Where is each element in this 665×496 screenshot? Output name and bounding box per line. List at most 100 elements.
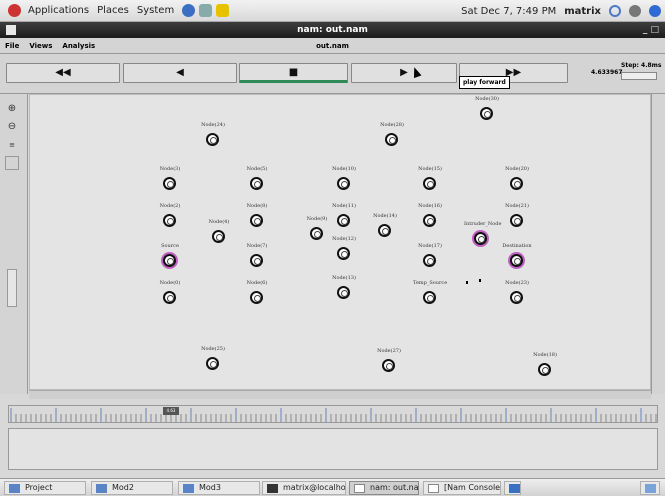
rewind-button[interactable]: ◀ bbox=[123, 63, 237, 83]
network-node[interactable]: Node(3) bbox=[160, 166, 180, 191]
node-circle bbox=[378, 224, 391, 237]
menu-places[interactable]: Places bbox=[93, 5, 133, 16]
window-icon bbox=[428, 484, 439, 493]
task-project[interactable]: Project bbox=[4, 481, 86, 495]
network-node[interactable]: Node(6) bbox=[247, 280, 267, 305]
user-name[interactable]: matrix bbox=[564, 6, 601, 17]
network-node[interactable]: Node(12) bbox=[332, 236, 356, 261]
fedora-logo-icon[interactable] bbox=[8, 4, 21, 17]
edit-tool-icon[interactable]: ≡ bbox=[5, 138, 19, 152]
annotation-panel[interactable] bbox=[8, 428, 658, 470]
network-node[interactable]: Intruder_Node bbox=[464, 221, 501, 246]
window-menu-icon[interactable] bbox=[6, 25, 16, 35]
network-node[interactable]: Node(14) bbox=[373, 213, 397, 238]
network-node[interactable]: Source bbox=[161, 243, 179, 268]
select-tool-icon[interactable] bbox=[5, 156, 19, 170]
zoom-in-icon[interactable]: ⊕ bbox=[5, 102, 19, 116]
node-label: Node(9) bbox=[306, 216, 328, 222]
node-label: Node(21) bbox=[505, 203, 529, 209]
network-node[interactable]: Node(28) bbox=[380, 122, 404, 147]
network-node[interactable]: Node(23) bbox=[505, 280, 529, 305]
network-node[interactable]: Node(11) bbox=[332, 203, 356, 228]
network-node[interactable]: Node(0) bbox=[160, 280, 180, 305]
network-node[interactable]: Node(10) bbox=[332, 166, 356, 191]
zoom-slider[interactable] bbox=[7, 269, 17, 307]
network-icon[interactable] bbox=[609, 5, 621, 17]
network-node[interactable]: Node(8) bbox=[247, 203, 267, 228]
playback-controls: ◀◀ ◀ ■ ▶ ▶▶ play forward 4.633967 Step: … bbox=[0, 54, 665, 94]
node-label: Node(5) bbox=[246, 166, 268, 172]
task-nam-console[interactable]: [Nam Console v1... bbox=[423, 481, 501, 495]
node-label: Source bbox=[161, 243, 179, 249]
play-forward-tooltip: play forward bbox=[459, 76, 510, 89]
task-mod2[interactable]: Mod2 bbox=[91, 481, 173, 495]
network-node[interactable]: Node(24) bbox=[201, 122, 225, 147]
menu-applications[interactable]: Applications bbox=[24, 5, 93, 16]
node-circle bbox=[423, 254, 436, 267]
time-slider-thumb[interactable]: 4.63 bbox=[163, 407, 179, 415]
notes-launcher-icon[interactable] bbox=[216, 4, 230, 17]
window-titlebar: nam: out.nam _ □ bbox=[0, 22, 665, 38]
power-icon[interactable] bbox=[649, 5, 661, 17]
show-desktop-button[interactable] bbox=[640, 481, 660, 495]
network-node[interactable]: Node(2) bbox=[160, 203, 180, 228]
menu-analysis[interactable]: Analysis bbox=[57, 42, 100, 50]
fast-rewind-button[interactable]: ◀◀ bbox=[6, 63, 120, 83]
node-circle bbox=[474, 232, 487, 245]
network-canvas[interactable]: Node(24) Node(28) Node(30) Node(3) Node(5) No… bbox=[29, 94, 651, 390]
network-node[interactable]: Node(21) bbox=[505, 203, 529, 228]
network-node[interactable]: Node(17) bbox=[418, 243, 442, 268]
task-nam[interactable]: nam: out.nam bbox=[349, 481, 419, 495]
network-node[interactable]: Node(30) bbox=[475, 96, 499, 121]
task-extra[interactable] bbox=[504, 481, 521, 495]
play-forward-button[interactable]: ▶ bbox=[351, 63, 457, 83]
menu-system[interactable]: System bbox=[133, 5, 178, 16]
node-circle bbox=[206, 133, 219, 146]
mail-launcher-icon[interactable] bbox=[199, 4, 213, 17]
network-node[interactable]: Node(27) bbox=[377, 348, 401, 373]
network-node[interactable]: Node(16) bbox=[418, 203, 442, 228]
node-circle bbox=[250, 254, 263, 267]
node-circle bbox=[163, 254, 176, 267]
network-node[interactable]: Node(20) bbox=[505, 166, 529, 191]
node-circle bbox=[163, 214, 176, 227]
clock[interactable]: Sat Dec 7, 7:49 PM bbox=[461, 6, 556, 17]
network-node[interactable]: Node(5) bbox=[247, 166, 267, 191]
task-mod3[interactable]: Mod3 bbox=[178, 481, 260, 495]
network-node[interactable]: Node(9) bbox=[307, 216, 327, 241]
network-node[interactable]: Node(7) bbox=[247, 243, 267, 268]
volume-icon[interactable] bbox=[629, 5, 641, 17]
node-label: Node(20) bbox=[505, 166, 529, 172]
window-buttons[interactable]: _ □ bbox=[643, 22, 659, 38]
network-node[interactable]: Node(15) bbox=[418, 166, 442, 191]
node-label: Node(11) bbox=[332, 203, 356, 209]
folder-icon bbox=[183, 484, 194, 493]
task-label: Project bbox=[25, 483, 53, 492]
network-node[interactable]: Destination bbox=[502, 243, 532, 268]
network-node[interactable]: Node(18) bbox=[533, 352, 557, 377]
node-circle bbox=[423, 177, 436, 190]
time-slider[interactable] bbox=[8, 405, 658, 423]
network-node[interactable]: Node(13) bbox=[332, 275, 356, 300]
menu-file[interactable]: File bbox=[0, 42, 24, 50]
horizontal-scrollbar[interactable] bbox=[29, 390, 651, 399]
step-slider[interactable] bbox=[621, 72, 657, 80]
firefox-launcher-icon[interactable] bbox=[182, 4, 196, 17]
node-circle bbox=[310, 227, 323, 240]
node-circle bbox=[538, 363, 551, 376]
menu-views[interactable]: Views bbox=[24, 42, 57, 50]
network-node[interactable]: Node(25) bbox=[201, 346, 225, 371]
vertical-scrollbar[interactable] bbox=[651, 94, 665, 394]
network-node[interactable]: Temp_Source bbox=[413, 280, 447, 305]
node-circle bbox=[423, 291, 436, 304]
node-circle bbox=[163, 177, 176, 190]
time-display: 4.633967 bbox=[591, 69, 623, 76]
node-label: Temp_Source bbox=[413, 280, 448, 286]
node-circle bbox=[382, 359, 395, 372]
node-label: Intruder_Node bbox=[464, 221, 502, 227]
node-label: Node(3) bbox=[159, 166, 181, 172]
network-node[interactable]: Node(4) bbox=[209, 219, 229, 244]
task-terminal[interactable]: matrix@localhos... bbox=[262, 481, 346, 495]
zoom-out-icon[interactable]: ⊖ bbox=[5, 120, 19, 134]
stop-button[interactable]: ■ bbox=[239, 63, 348, 83]
